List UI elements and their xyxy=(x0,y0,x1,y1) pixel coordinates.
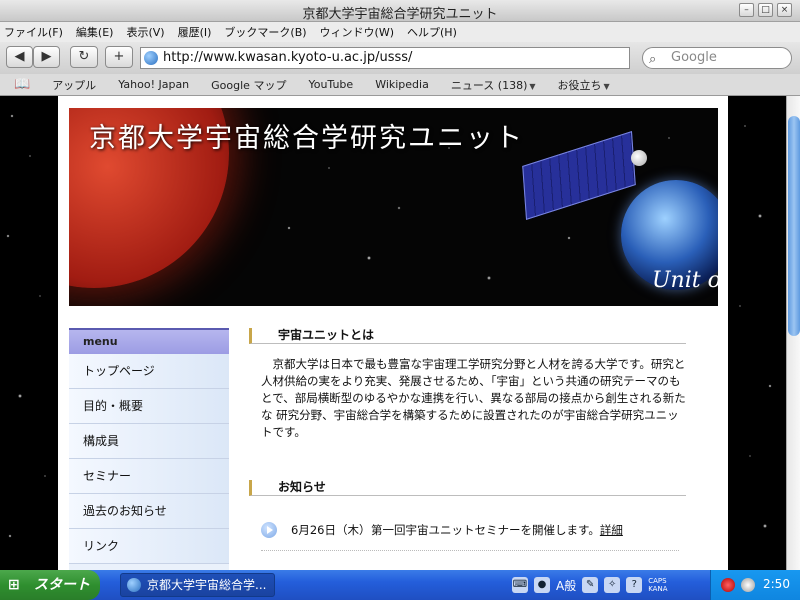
minimize-button[interactable]: – xyxy=(739,3,754,17)
web-content: 京都大学宇宙総合学研究ユニット Unit of menu トップページ 目的・概… xyxy=(0,96,786,570)
back-button[interactable]: ◀ xyxy=(6,46,33,68)
news-divider xyxy=(261,550,679,551)
bookmark-apple[interactable]: アップル xyxy=(52,77,96,93)
news-heading: お知らせ xyxy=(249,480,686,496)
ime-icon[interactable]: ● xyxy=(534,577,550,593)
address-bar[interactable]: http://www.kwasan.kyoto-u.ac.jp/usss/ xyxy=(140,47,630,69)
caps-indicator: CAPS xyxy=(648,577,667,585)
tools-icon[interactable]: ✧ xyxy=(604,577,621,593)
menu-edit[interactable]: 編集(E) xyxy=(76,24,114,40)
search-placeholder: Google xyxy=(671,50,717,65)
moon-image xyxy=(631,150,647,166)
taskbar: ⊞ スタート 京都大学宇宙総合学... ⌨ ● A般 ✎ ✧ ? CAPS KA… xyxy=(0,570,800,600)
forward-button[interactable]: ▶ xyxy=(33,46,60,68)
taskbar-window-button[interactable]: 京都大学宇宙総合学... xyxy=(120,573,275,597)
security-icon[interactable] xyxy=(721,578,735,592)
page-container: 京都大学宇宙総合学研究ユニット Unit of menu トップページ 目的・概… xyxy=(58,96,728,570)
sidebar-item-seminar[interactable]: セミナー xyxy=(69,459,229,494)
windows-logo-icon: ⊞ xyxy=(8,577,20,593)
banner-subtitle: Unit of xyxy=(652,268,718,293)
bookmark-youtube[interactable]: YouTube xyxy=(308,78,353,91)
banner-title: 京都大学宇宙総合学研究ユニット xyxy=(89,123,524,154)
url-text: http://www.kwasan.kyoto-u.ac.jp/usss/ xyxy=(163,50,413,65)
scrollbar-thumb[interactable] xyxy=(788,116,800,336)
globe-icon xyxy=(127,578,141,592)
sidebar-menu: menu トップページ 目的・概要 構成員 セミナー 過去のお知らせ リンク xyxy=(69,328,229,570)
browser-window: 京都大学宇宙総合学研究ユニット – □ × ファイル(F) 編集(E) 表示(V… xyxy=(0,0,800,600)
bookmark-yahoo[interactable]: Yahoo! Japan xyxy=(118,78,189,91)
news-text: 第一回宇宙ユニットセミナーを開催します。 xyxy=(371,523,600,537)
menu-window[interactable]: ウィンドウ(W) xyxy=(320,24,394,40)
satellite-panel-image xyxy=(522,131,636,220)
close-button[interactable]: × xyxy=(777,3,792,17)
bookmark-useful[interactable]: お役立ち ▼ xyxy=(558,77,610,93)
title-bar: 京都大学宇宙総合学研究ユニット – □ × xyxy=(0,0,800,22)
menu-bookmarks[interactable]: ブックマーク(B) xyxy=(224,24,306,40)
header-banner: 京都大学宇宙総合学研究ユニット Unit of xyxy=(69,108,718,306)
ime-toolbar: ⌨ ● A般 ✎ ✧ ? CAPS KANA xyxy=(512,574,668,596)
bookmark-google-maps[interactable]: Google マップ xyxy=(211,77,286,93)
menu-bar: ファイル(F) 編集(E) 表示(V) 履歴(I) ブックマーク(B) ウィンド… xyxy=(0,22,800,42)
chevron-down-icon: ▼ xyxy=(529,81,536,91)
vertical-scrollbar[interactable] xyxy=(786,96,800,570)
volume-icon[interactable] xyxy=(741,578,755,592)
maximize-button[interactable]: □ xyxy=(758,3,773,17)
ime-mode[interactable]: A般 xyxy=(556,577,576,594)
news-item: 6月26日（木） 第一回宇宙ユニットセミナーを開催します。詳細 xyxy=(261,520,681,540)
book-icon[interactable]: 📖 xyxy=(14,77,30,92)
play-icon xyxy=(261,522,277,538)
reload-button[interactable]: ↻ xyxy=(70,46,98,68)
sidebar-item-top[interactable]: トップページ xyxy=(69,354,229,389)
clock: 2:50 xyxy=(763,577,790,591)
menu-history[interactable]: 履歴(I) xyxy=(178,24,212,40)
system-tray: 2:50 xyxy=(710,570,800,600)
news-date: 6月26日（木） xyxy=(291,523,371,537)
menu-view[interactable]: 表示(V) xyxy=(126,24,164,40)
sidebar-item-past-news[interactable]: 過去のお知らせ xyxy=(69,494,229,529)
search-input[interactable]: ⌕ Google xyxy=(642,47,792,69)
sidebar-item-purpose[interactable]: 目的・概要 xyxy=(69,389,229,424)
about-text: 京都大学は日本で最も豊富な宇宙理工学研究分野と人材を誇る大学です。研究と人材供給… xyxy=(261,357,686,439)
menu-help[interactable]: ヘルプ(H) xyxy=(407,24,457,40)
bookmark-news[interactable]: ニュース (138) ▼ xyxy=(451,77,536,93)
keyboard-icon[interactable]: ⌨ xyxy=(512,577,528,593)
start-label: スタート xyxy=(34,577,90,593)
main-content: 宇宙ユニットとは 京都大学は日本で最も豊富な宇宙理工学研究分野と人材を誇る大学で… xyxy=(249,328,689,570)
sidebar-item-links[interactable]: リンク xyxy=(69,529,229,564)
start-button[interactable]: ⊞ スタート xyxy=(0,570,100,600)
about-heading: 宇宙ユニットとは xyxy=(249,328,686,344)
navigation-toolbar: ◀ ▶ ↻ + http://www.kwasan.kyoto-u.ac.jp/… xyxy=(0,42,800,74)
globe-icon xyxy=(144,51,158,65)
help-icon[interactable]: ? xyxy=(626,577,643,593)
news-detail-link[interactable]: 詳細 xyxy=(600,523,623,537)
chevron-down-icon: ▼ xyxy=(603,81,610,91)
window-title: 京都大学宇宙総合学研究ユニット xyxy=(302,7,498,22)
menu-file[interactable]: ファイル(F) xyxy=(4,24,63,40)
sidebar-item-members[interactable]: 構成員 xyxy=(69,424,229,459)
kana-indicator: KANA xyxy=(648,585,668,593)
search-icon: ⌕ xyxy=(649,52,657,67)
taskbar-window-label: 京都大学宇宙総合学... xyxy=(147,578,267,592)
add-bookmark-button[interactable]: + xyxy=(105,46,133,68)
bookmarks-bar: 📖 アップル Yahoo! Japan Google マップ YouTube W… xyxy=(0,74,800,96)
bookmark-wikipedia[interactable]: Wikipedia xyxy=(375,78,429,91)
dictionary-icon[interactable]: ✎ xyxy=(582,577,599,593)
menu-header: menu xyxy=(69,328,229,354)
